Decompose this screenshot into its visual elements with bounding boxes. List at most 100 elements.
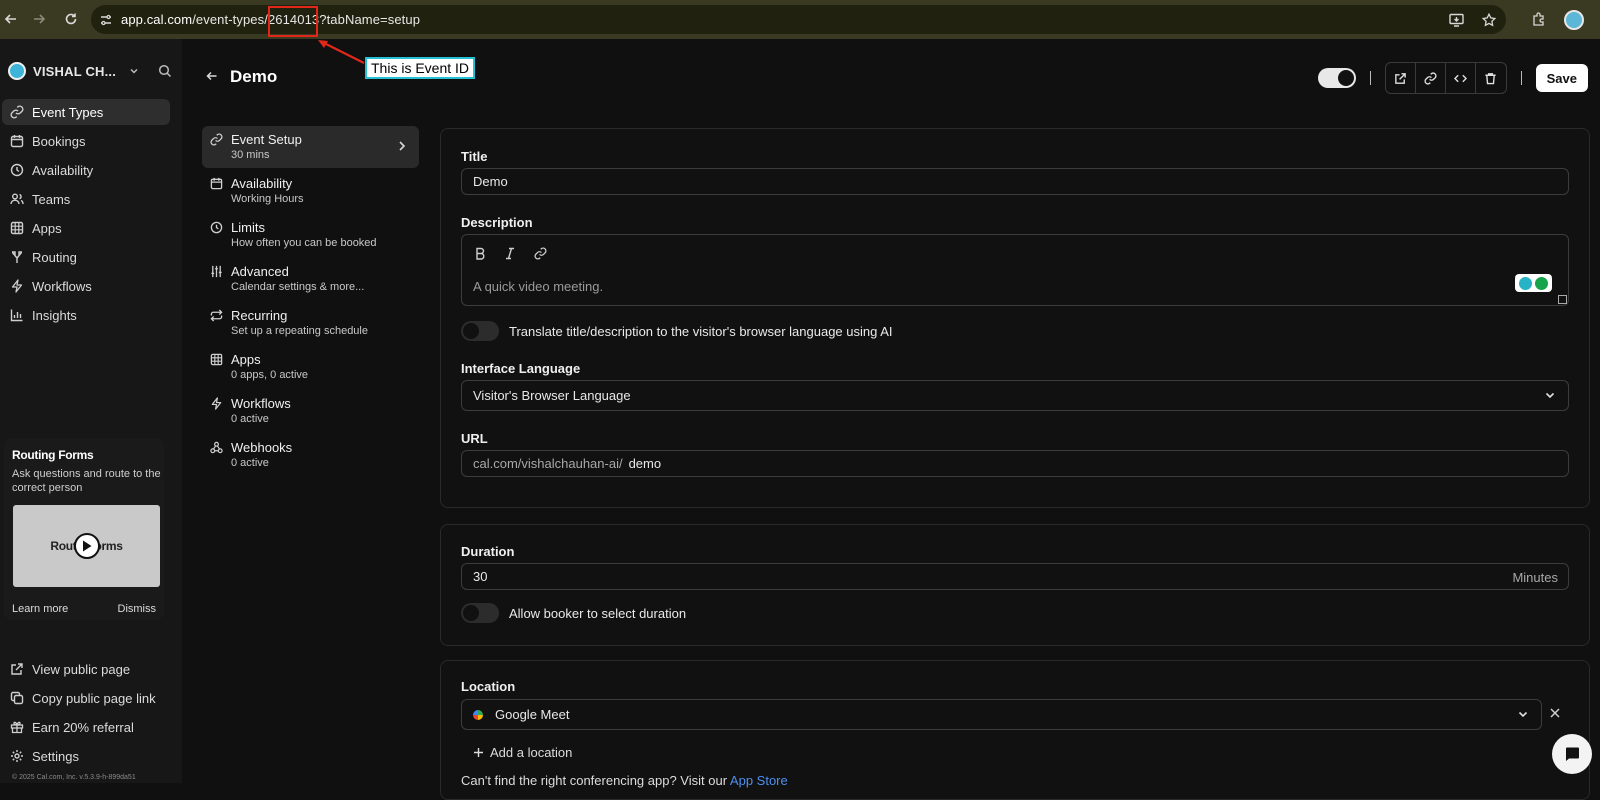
grammarly-icon[interactable]: [1515, 274, 1552, 292]
resize-handle[interactable]: [1558, 295, 1567, 304]
copy-icon: [10, 691, 24, 705]
tab-workflows[interactable]: Workflows 0 active: [202, 390, 419, 432]
save-button[interactable]: Save: [1535, 64, 1588, 92]
tab-subtitle: 30 mins: [231, 149, 270, 161]
webhook-icon: [210, 441, 223, 454]
sidebar-item-bookings[interactable]: Bookings: [2, 128, 170, 154]
tab-event-setup[interactable]: Event Setup 30 mins: [202, 126, 419, 168]
promo-video-thumbnail[interactable]: Rout orms: [13, 505, 160, 587]
hidden-toggle[interactable]: [1317, 68, 1356, 88]
conferencing-hint: Can't find the right conferencing app? V…: [461, 773, 788, 788]
page-title: Demo: [230, 67, 278, 86]
preview-external-link-icon[interactable]: [1386, 63, 1416, 93]
extensions-icon[interactable]: [1531, 12, 1546, 27]
duration-input[interactable]: 30 Minutes: [461, 563, 1569, 590]
translate-toggle[interactable]: [461, 321, 499, 341]
chevron-down-icon[interactable]: [128, 65, 140, 77]
sidebar: VISHAL CH... Event Types Bookings Availa…: [0, 39, 182, 783]
user-menu[interactable]: VISHAL CH...: [8, 59, 178, 83]
duration-card: Duration 30 Minutes Allow booker to sele…: [440, 524, 1590, 646]
select-value: Google Meet: [495, 707, 570, 722]
tab-label: Workflows: [231, 396, 291, 411]
add-location-button[interactable]: Add a location: [473, 745, 572, 760]
tab-label: Recurring: [231, 308, 288, 323]
sidebar-item-routing[interactable]: Routing: [2, 244, 170, 270]
allow-duration-label: Allow booker to select duration: [509, 606, 687, 621]
event-toolbar: Save: [1317, 62, 1588, 94]
bold-icon[interactable]: [474, 247, 486, 260]
tab-subtitle: Set up a repeating schedule: [231, 325, 368, 337]
chat-icon: [1563, 745, 1581, 763]
select-value: Visitor's Browser Language: [473, 388, 631, 403]
footer-item-label: Earn 20% referral: [32, 719, 134, 735]
app-store-link[interactable]: App Store: [730, 773, 788, 788]
tab-webhooks[interactable]: Webhooks 0 active: [202, 434, 419, 476]
site-info-icon[interactable]: [99, 13, 113, 27]
divider: [1369, 71, 1371, 85]
copy-link-icon[interactable]: [1416, 63, 1446, 93]
italic-icon[interactable]: [504, 247, 516, 260]
sidebar-item-teams[interactable]: Teams: [2, 186, 170, 212]
clock-icon: [210, 221, 223, 234]
earn-referral-link[interactable]: Earn 20% referral: [2, 714, 170, 740]
sidebar-item-label: Bookings: [32, 133, 86, 149]
profile-avatar[interactable]: [1564, 9, 1584, 30]
bookmark-star-icon[interactable]: [1482, 12, 1496, 27]
zap-icon: [10, 279, 24, 293]
duration-unit: Minutes: [1512, 570, 1558, 585]
sidebar-item-label: Insights: [32, 307, 77, 323]
location-select[interactable]: Google Meet: [461, 699, 1542, 730]
tab-availability[interactable]: Availability Working Hours: [202, 170, 419, 212]
install-app-icon[interactable]: [1449, 13, 1464, 27]
sidebar-item-event-types[interactable]: Event Types: [2, 99, 170, 125]
url-input[interactable]: cal.com/vishalchauhan-ai/ demo: [461, 450, 1569, 477]
url-slug[interactable]: demo: [629, 456, 662, 471]
tab-subtitle: 0 active: [231, 457, 269, 469]
back-arrow-icon[interactable]: [206, 70, 218, 82]
clock-icon: [10, 163, 24, 177]
tab-label: Limits: [231, 220, 265, 235]
chat-support-button[interactable]: [1552, 734, 1592, 774]
learn-more-link[interactable]: Learn more: [12, 603, 68, 615]
link-icon[interactable]: [534, 247, 547, 260]
url-prefix: cal.com/vishalchauhan-ai/: [473, 456, 623, 471]
dismiss-button[interactable]: Dismiss: [118, 603, 157, 615]
google-meet-icon: [473, 709, 483, 720]
sidebar-item-workflows[interactable]: Workflows: [2, 273, 170, 299]
divider: [1520, 71, 1522, 85]
allow-duration-toggle[interactable]: [461, 603, 499, 623]
back-icon[interactable]: [0, 4, 26, 34]
tab-apps[interactable]: Apps 0 apps, 0 active: [202, 346, 419, 388]
event-id-highlight-box: [268, 6, 318, 37]
tab-recurring[interactable]: Recurring Set up a repeating schedule: [202, 302, 419, 344]
tab-limits[interactable]: Limits How often you can be booked: [202, 214, 419, 256]
translate-label: Translate title/description to the visit…: [509, 324, 893, 339]
sidebar-item-availability[interactable]: Availability: [2, 157, 170, 183]
copy-public-page-link[interactable]: Copy public page link: [2, 685, 170, 711]
forward-icon[interactable]: [24, 4, 54, 34]
tab-subtitle: Calendar settings & more...: [231, 281, 365, 293]
view-public-page-link[interactable]: View public page: [2, 656, 170, 682]
tab-advanced[interactable]: Advanced Calendar settings & more...: [202, 258, 419, 300]
reload-icon[interactable]: [56, 4, 86, 34]
calendar-icon: [10, 134, 24, 148]
sidebar-item-insights[interactable]: Insights: [2, 302, 170, 328]
promo-description: Ask questions and route to the correct p…: [12, 468, 161, 494]
search-icon[interactable]: [158, 64, 172, 78]
play-icon[interactable]: [74, 533, 100, 559]
annotation-arrow: [318, 40, 365, 64]
interface-language-select[interactable]: Visitor's Browser Language: [461, 380, 1569, 411]
tab-label: Availability: [231, 176, 293, 191]
repeat-icon: [210, 309, 223, 322]
description-editor[interactable]: A quick video meeting.: [461, 234, 1569, 306]
trash-icon[interactable]: [1476, 63, 1506, 93]
tab-subtitle: How often you can be booked: [231, 237, 377, 249]
sidebar-item-label: Apps: [32, 220, 62, 236]
sidebar-item-apps[interactable]: Apps: [2, 215, 170, 241]
title-input[interactable]: Demo: [461, 168, 1569, 195]
embed-code-icon[interactable]: [1446, 63, 1476, 93]
chevron-right-icon: [397, 140, 407, 152]
external-link-icon: [10, 662, 24, 676]
settings-link[interactable]: Settings: [2, 743, 170, 769]
close-icon[interactable]: [1549, 707, 1561, 719]
